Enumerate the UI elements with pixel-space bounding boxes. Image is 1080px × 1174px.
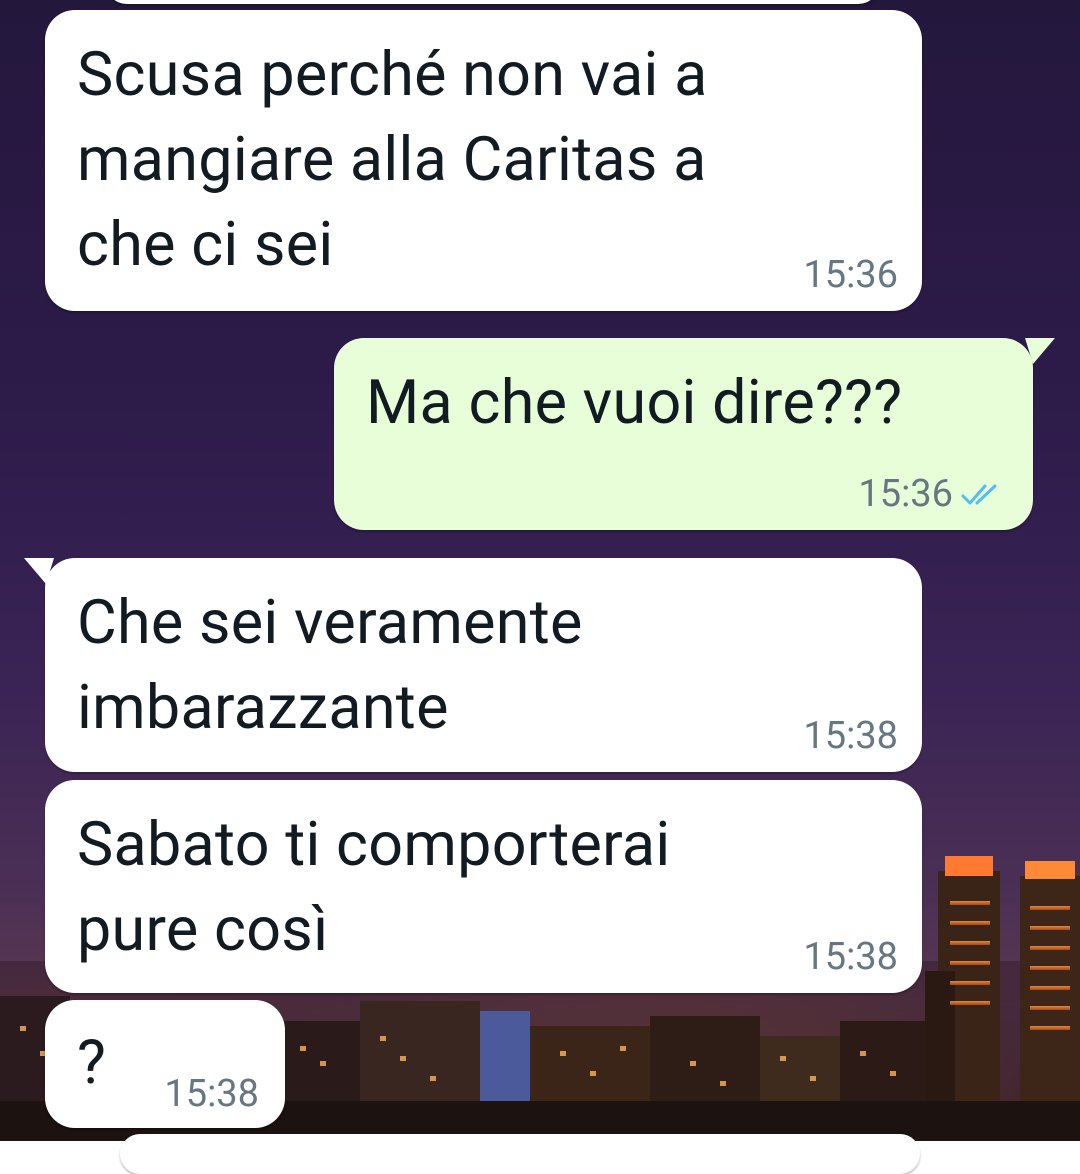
incoming-message-bubble[interactable]: ? 15:38: [45, 1000, 285, 1128]
message-text: Che sei veramente imbarazzante: [77, 586, 583, 743]
incoming-message-bubble[interactable]: Scusa perché non vai a mangiare alla Car…: [45, 10, 922, 311]
message-timestamp: 15:36: [803, 253, 898, 297]
message-timestamp: 15:38: [803, 714, 898, 758]
read-double-check-icon: [961, 484, 997, 505]
outgoing-bubble-tail: [1025, 338, 1055, 364]
message-timestamp: 15:38: [803, 935, 898, 979]
message-text: Ma che vuoi dire???: [366, 366, 903, 438]
incoming-message-bubble[interactable]: Che sei veramente imbarazzante 15:38: [45, 558, 922, 772]
message-timestamp: 15:38: [164, 1072, 259, 1116]
outgoing-message-bubble[interactable]: Ma che vuoi dire??? 15:36: [334, 338, 1033, 530]
incoming-bubble-tail: [24, 558, 54, 584]
incoming-message-bubble-partial: [105, 0, 880, 4]
message-timestamp: 15:36: [858, 472, 953, 516]
incoming-message-bubble[interactable]: Sabato ti comporterai pure così 15:38: [45, 780, 922, 993]
message-text: Scusa perché non vai a mangiare alla Car…: [77, 38, 708, 280]
message-text: Sabato ti comporterai pure così: [77, 808, 671, 965]
incoming-message-bubble-partial: [120, 1134, 920, 1174]
